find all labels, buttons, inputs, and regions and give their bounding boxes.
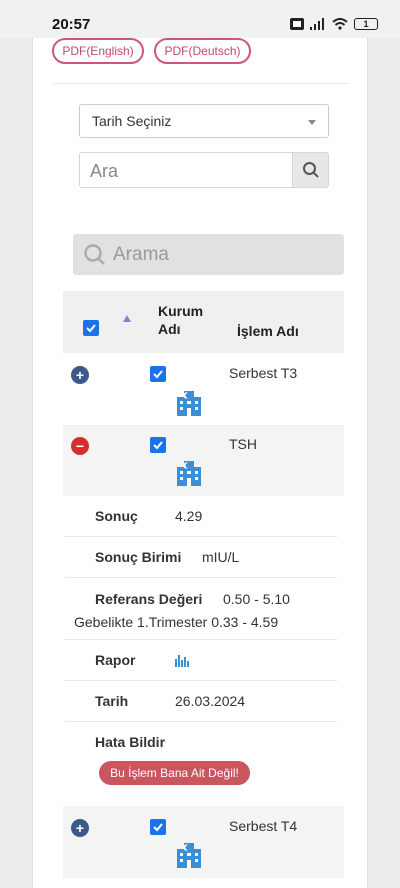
detail-referans: Referans Değeri 0.50 - 5.10 Gebelikte 1.… xyxy=(65,578,337,640)
table-header: Kurum Adı İşlem Adı xyxy=(63,291,344,353)
column-kurum-adi[interactable]: Kurum Adı xyxy=(158,302,210,338)
referans-label: Referans Değeri xyxy=(95,591,203,607)
hospital-building-icon xyxy=(177,461,201,486)
row-name: TSH xyxy=(229,436,257,452)
row-checkbox[interactable] xyxy=(150,819,166,835)
sonuc-label: Sonuç xyxy=(95,508,138,524)
hospital-building-icon xyxy=(177,391,201,416)
row-name: Serbest T4 xyxy=(229,818,298,834)
tarih-label: Tarih xyxy=(95,693,129,709)
status-bar: 20:57 1 xyxy=(0,0,400,38)
battery-icon: 1 xyxy=(354,18,378,30)
pdf-english-button[interactable]: PDF(English) xyxy=(52,38,144,64)
search-input[interactable]: Ara xyxy=(79,152,293,188)
check-icon xyxy=(153,370,163,379)
table-search-input[interactable]: Arama xyxy=(73,234,344,275)
signal-icon xyxy=(310,18,324,30)
check-icon xyxy=(153,441,163,450)
row-name: Serbest T3 xyxy=(229,365,298,381)
rapor-label: Rapor xyxy=(95,652,136,668)
birim-label: Sonuç Birimi xyxy=(95,549,182,565)
tarih-value: 26.03.2024 xyxy=(175,693,246,709)
search-button[interactable] xyxy=(292,152,329,188)
birim-value: mIU/L xyxy=(202,549,240,565)
chevron-down-icon xyxy=(308,120,316,125)
row-checkbox[interactable] xyxy=(150,366,166,382)
date-select-value: Tarih Seçiniz xyxy=(92,113,172,129)
select-all-checkbox[interactable] xyxy=(83,320,99,336)
table-row[interactable]: − TSH xyxy=(63,426,344,496)
sort-asc-icon[interactable] xyxy=(123,315,131,322)
bar-chart-icon[interactable] xyxy=(175,653,189,667)
sonuc-value: 4.29 xyxy=(175,508,203,524)
column-islem-adi[interactable]: İşlem Adı xyxy=(237,322,299,340)
status-icons: 1 xyxy=(290,18,378,30)
hata-label: Hata Bildir xyxy=(95,734,166,750)
pdf-deutsch-button[interactable]: PDF(Deutsch) xyxy=(154,38,251,64)
referans-value: 0.50 - 5.10 xyxy=(223,591,290,607)
date-select[interactable]: Tarih Seçiniz xyxy=(79,104,329,138)
search-icon xyxy=(302,162,319,178)
hospital-building-icon xyxy=(177,843,201,868)
page-container: PDF(English) PDF(Deutsch) Tarih Seçiniz … xyxy=(32,38,368,888)
detail-tarih: Tarih 26.03.2024 xyxy=(65,681,337,722)
table-row[interactable]: + Serbest T4 xyxy=(63,806,344,878)
detail-birim: Sonuç Birimi mIU/L xyxy=(65,537,337,578)
search-icon xyxy=(84,243,105,265)
wifi-icon xyxy=(332,18,348,30)
check-icon xyxy=(153,823,163,832)
referans-extra: Gebelikte 1.Trimester 0.33 - 4.59 xyxy=(74,614,279,630)
detail-rapor: Rapor xyxy=(65,640,337,681)
table-row[interactable]: + Serbest T3 xyxy=(63,353,344,426)
detail-sonuc: Sonuç 4.29 xyxy=(65,496,337,537)
collapse-icon[interactable]: − xyxy=(71,437,89,455)
report-error-button[interactable]: Bu İşlem Bana Ait Değil! xyxy=(99,761,250,785)
status-time: 20:57 xyxy=(52,16,91,33)
table-search-placeholder: Arama xyxy=(113,243,169,265)
check-icon xyxy=(86,324,96,333)
divider xyxy=(53,83,349,84)
volte-icon xyxy=(290,18,304,30)
expand-icon[interactable]: + xyxy=(71,366,89,384)
expand-icon[interactable]: + xyxy=(71,819,89,837)
row-checkbox[interactable] xyxy=(150,437,166,453)
